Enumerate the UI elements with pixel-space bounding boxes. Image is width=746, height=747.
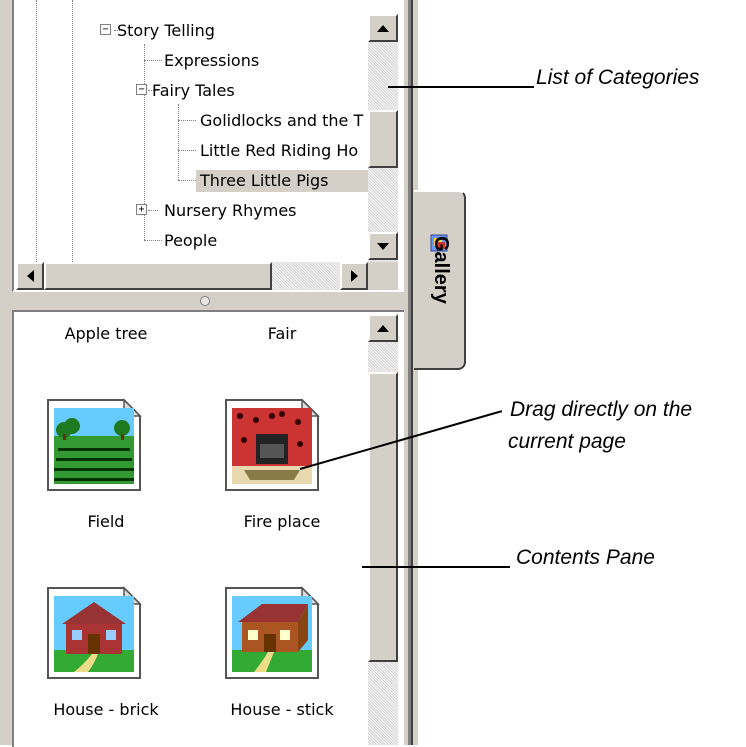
category-tree[interactable]: − − + Story Telling Expressions Fairy Ta… [12,0,404,292]
tree-node-story-telling[interactable]: Story Telling [117,20,215,42]
tree-connector [178,120,196,121]
item-caption[interactable]: Apple tree [26,324,186,343]
collapse-icon[interactable]: − [100,24,111,35]
annotation-leader [388,86,534,88]
scroll-right-button[interactable] [340,262,368,290]
collapse-icon[interactable]: − [136,84,147,95]
item-caption[interactable]: Fair [202,324,362,343]
field-clipart-icon[interactable] [44,396,144,494]
fireplace-clipart-icon[interactable] [222,396,322,494]
scroll-left-button[interactable] [16,262,44,290]
brick-house-clipart-icon[interactable] [44,584,144,682]
tree-node-fairy-tales[interactable]: Fairy Tales [152,80,235,102]
arrow-left-icon [26,270,34,282]
scroll-up-button[interactable] [368,14,398,42]
arrow-down-icon [377,242,389,250]
scroll-up-button[interactable] [368,314,398,342]
tree-node-expressions[interactable]: Expressions [164,50,259,72]
contents-pane[interactable]: Apple tree Fair Field Fire place House -… [12,310,404,747]
annotation-categories: List of Categories [536,66,700,89]
splitter-grip-icon[interactable] [200,296,210,306]
tree-node-people[interactable]: People [164,230,217,252]
expand-icon[interactable]: + [136,204,147,215]
tree-guide-line [72,0,73,290]
tree-guide-line [178,104,179,180]
tree-guide-line [36,0,37,290]
stick-house-clipart-icon[interactable] [222,584,322,682]
arrow-up-icon [377,24,389,32]
tree-node-three-little-pigs[interactable]: Three Little Pigs [196,170,372,192]
tree-connector [144,240,162,241]
item-caption[interactable]: Fire place [202,512,362,531]
annotation-drag-line1: Drag directly on the [510,398,693,421]
tab-label[interactable]: Gallery [429,236,452,304]
scrollbar-corner [368,262,398,290]
item-caption[interactable]: House - brick [26,700,186,719]
arrow-up-icon [377,324,389,332]
arrow-right-icon [350,270,358,282]
tree-node-goldilocks[interactable]: Golidlocks and the T [200,110,363,132]
item-caption[interactable]: Field [26,512,186,531]
scrollbar-thumb[interactable] [368,110,398,168]
item-caption[interactable]: House - stick [202,700,362,719]
scrollbar-thumb[interactable] [44,262,272,290]
annotation-contents: Contents Pane [516,546,655,569]
tree-connector [148,210,158,211]
tree-node-little-red-riding-hood[interactable]: Little Red Riding Ho [200,140,358,162]
tree-connector [144,60,162,61]
scroll-down-button[interactable] [368,232,398,260]
tree-connector [178,150,196,151]
panel-border-shadow [411,0,413,745]
tree-connector [178,180,196,181]
scrollbar-thumb[interactable] [368,372,398,662]
tree-node-nursery-rhymes[interactable]: Nursery Rhymes [164,200,297,222]
annotation-drag-line2: current page [508,430,626,453]
annotation-leader [362,566,510,568]
